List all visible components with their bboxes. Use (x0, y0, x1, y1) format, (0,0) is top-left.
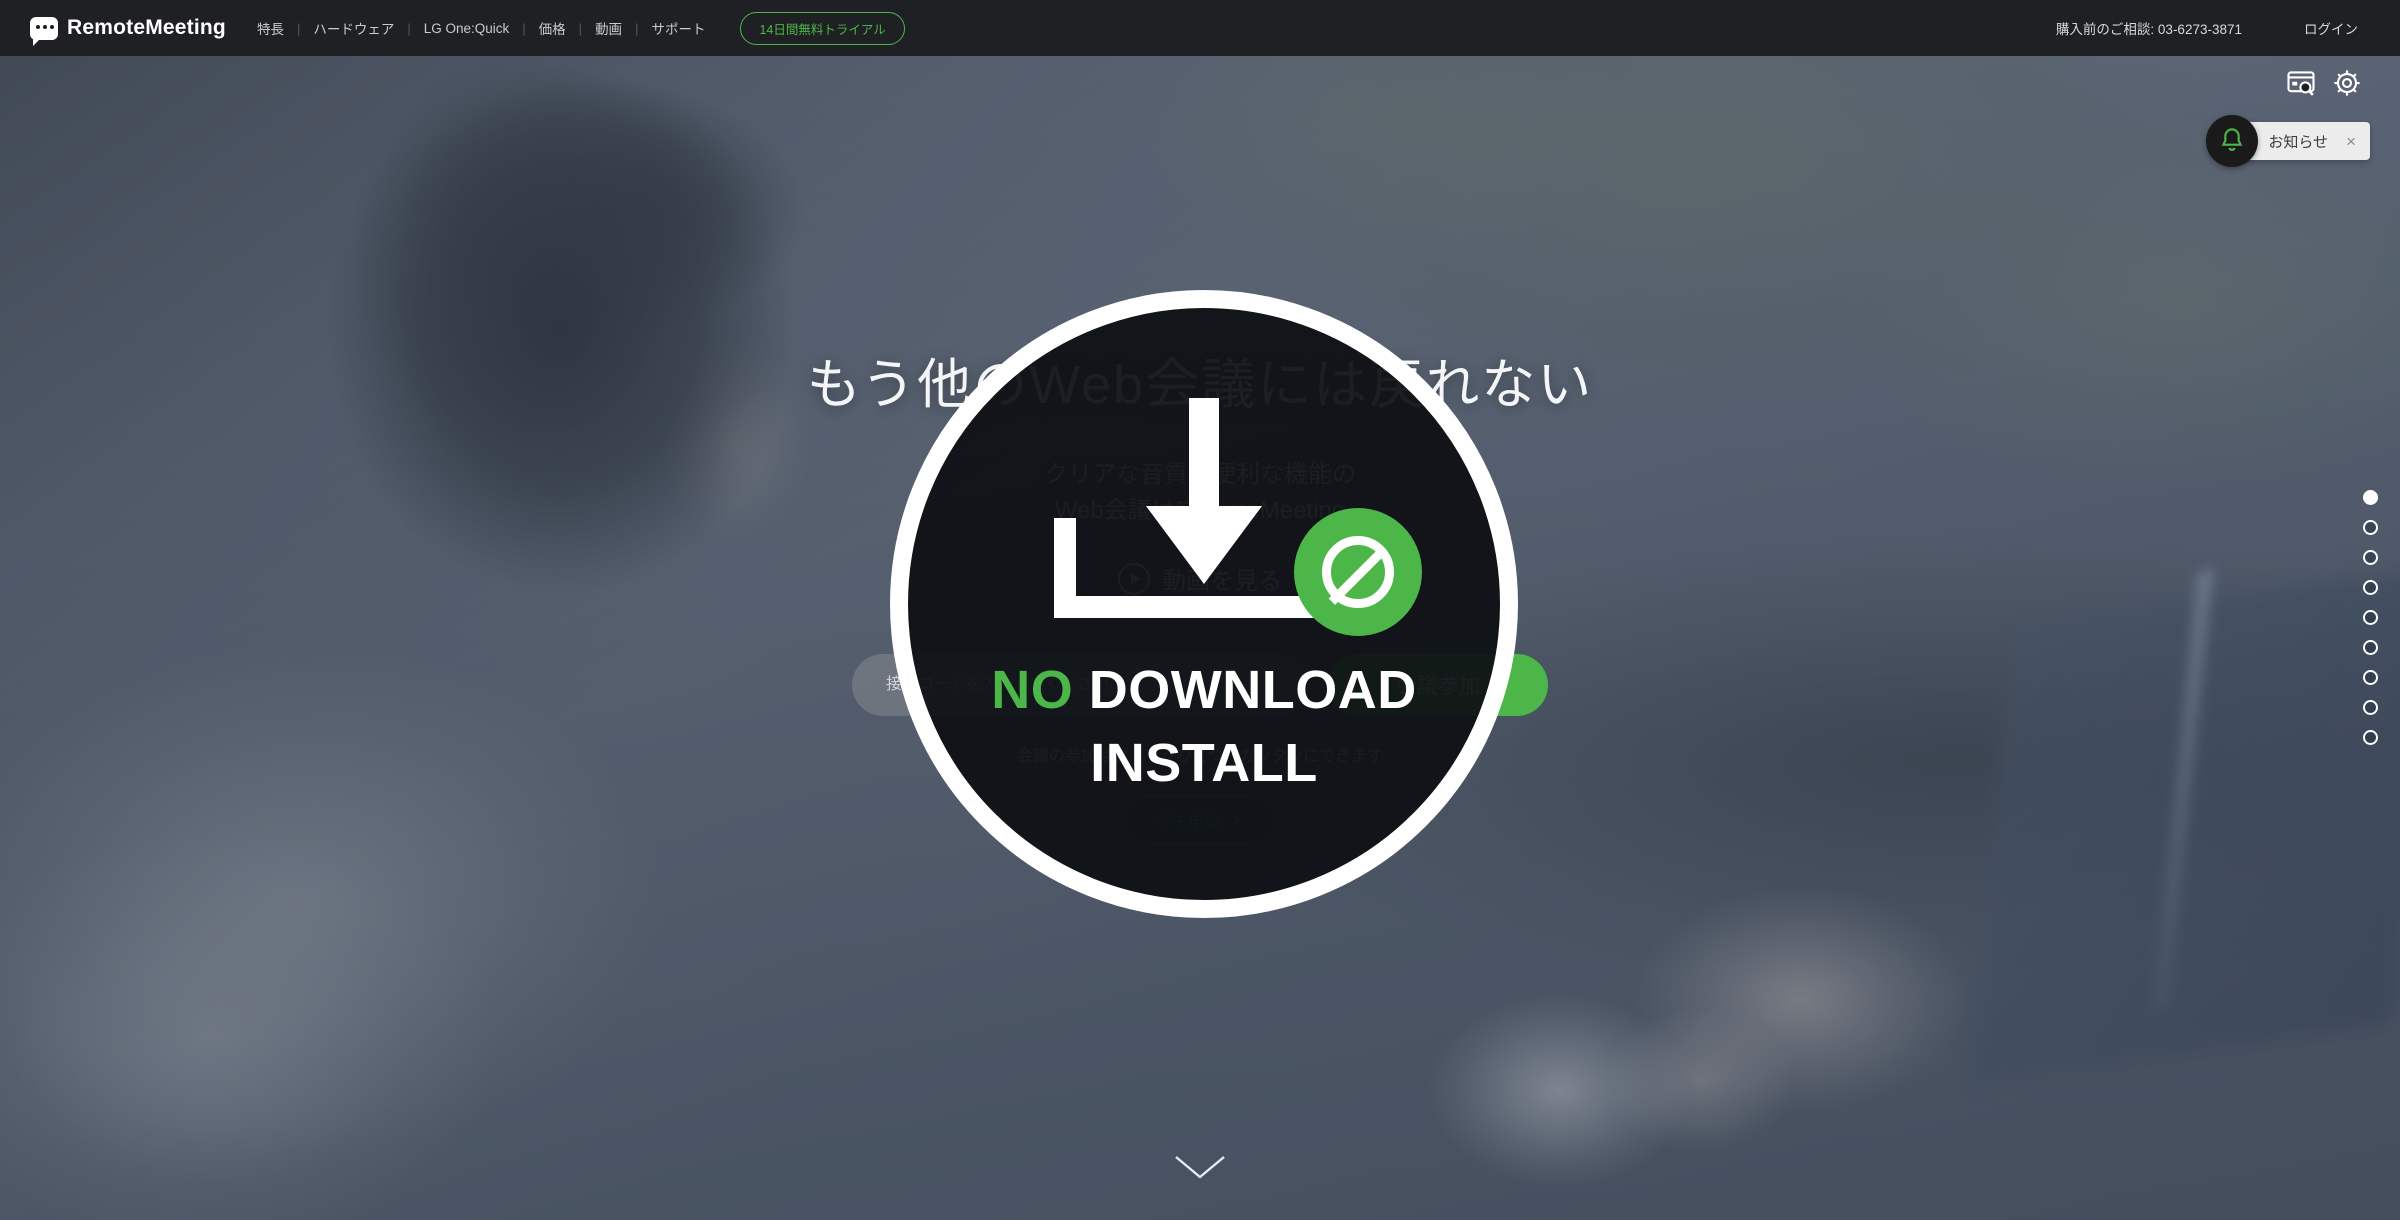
slide-dot-8[interactable] (2363, 700, 2378, 715)
nav-item-video[interactable]: 動画 (582, 18, 635, 38)
slide-dot-9[interactable] (2363, 730, 2378, 745)
no-download-overlay: NO DOWNLOAD INSTALL (890, 290, 1518, 918)
notification-bell-button[interactable] (2206, 115, 2259, 167)
login-link[interactable]: ログイン (2304, 18, 2358, 38)
slide-dot-1[interactable] (2363, 490, 2378, 505)
overlay-text-no: NO (991, 660, 1074, 721)
slide-dot-3[interactable] (2363, 550, 2378, 565)
overlay-text-install: INSTALL (1090, 733, 1318, 793)
slide-dot-7[interactable] (2363, 670, 2378, 685)
top-navigation-bar: RemoteMeeting 特長 | ハードウェア | LG One:Quick… (0, 0, 2400, 56)
contact-phone-label: 購入前のご相談: 03-6273-3871 (2055, 22, 2242, 37)
bell-icon (2222, 128, 2243, 151)
nav-item-features[interactable]: 特長 (244, 18, 297, 38)
chevron-down-icon[interactable] (1172, 1152, 1228, 1182)
notification-widget[interactable]: お知らせ × (2206, 115, 2370, 167)
slide-dot-navigation (2363, 490, 2378, 745)
slide-dot-6[interactable] (2363, 640, 2378, 655)
gear-icon[interactable] (2332, 68, 2362, 98)
notification-banner[interactable]: お知らせ × (2244, 122, 2370, 160)
slide-dot-5[interactable] (2363, 610, 2378, 625)
nav-links: 特長 | ハードウェア | LG One:Quick | 価格 | 動画 | サ… (244, 11, 905, 45)
download-icon (1054, 398, 1422, 637)
free-trial-button[interactable]: 14日間無料トライアル (740, 11, 905, 45)
slide-dot-2[interactable] (2363, 520, 2378, 535)
brand-logo[interactable]: RemoteMeeting (30, 16, 226, 46)
chat-bubble-icon (30, 16, 58, 46)
screenshot-search-icon[interactable] (2286, 68, 2316, 98)
overlay-text: NO DOWNLOAD INSTALL (991, 654, 1416, 800)
no-entry-icon (1294, 508, 1422, 637)
nav-item-lg-onequick[interactable]: LG One:Quick (411, 21, 523, 36)
slide-dot-4[interactable] (2363, 580, 2378, 595)
nav-item-pricing[interactable]: 価格 (526, 18, 579, 38)
tool-icon-group (2286, 68, 2362, 98)
overlay-text-download: DOWNLOAD (1088, 660, 1417, 721)
nav-right-group: 購入前のご相談: 03-6273-3871 ログイン (2056, 18, 2358, 38)
nav-item-hardware[interactable]: ハードウェア (300, 18, 407, 38)
nav-item-support[interactable]: サポート (638, 18, 718, 38)
notification-label: お知らせ (2268, 133, 2329, 151)
brand-name: RemoteMeeting (67, 16, 226, 39)
close-icon[interactable]: × (2346, 133, 2356, 150)
